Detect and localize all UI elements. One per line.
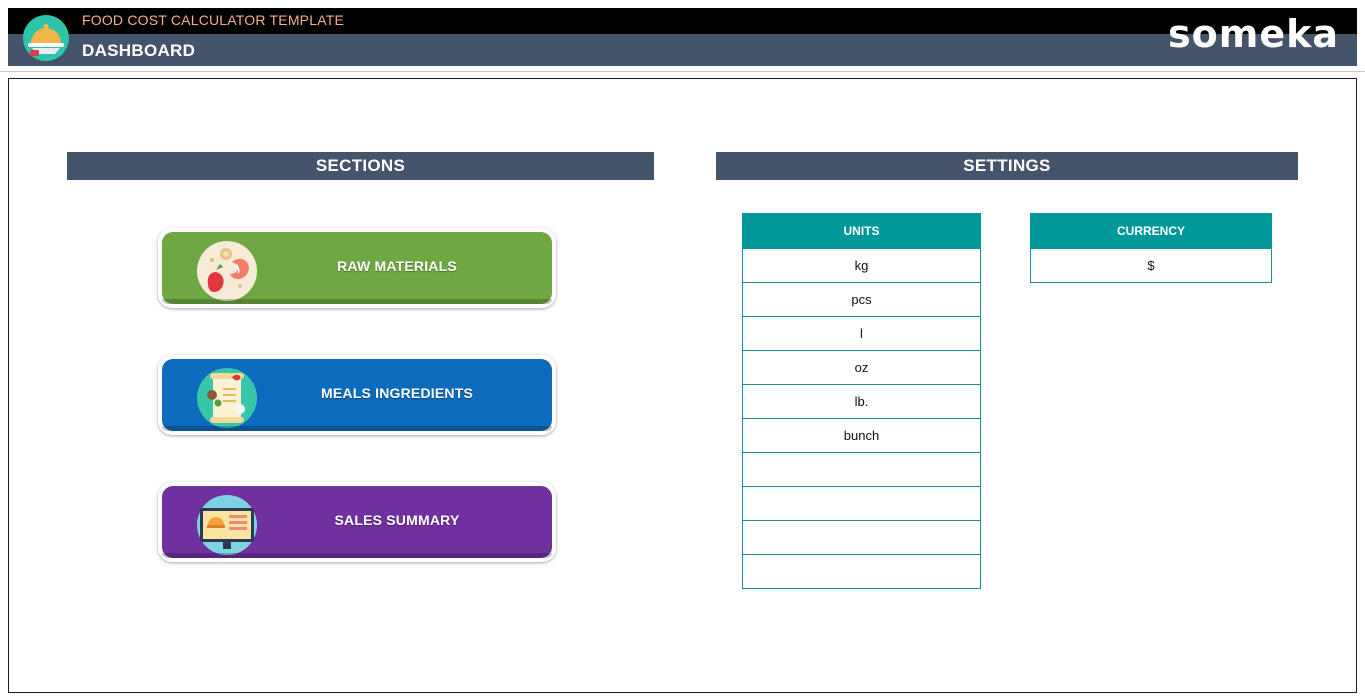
settings-header: SETTINGS bbox=[716, 152, 1298, 180]
currency-table: CURRENCY $ bbox=[1030, 213, 1272, 283]
app-title: FOOD COST CALCULATOR TEMPLATE bbox=[82, 12, 344, 28]
recipe-scroll-icon bbox=[197, 368, 257, 428]
units-table: UNITS kg pcs l oz lb. bunch bbox=[742, 213, 981, 589]
units-header: UNITS bbox=[742, 213, 981, 249]
sales-monitor-icon bbox=[197, 495, 257, 555]
unit-cell[interactable] bbox=[742, 486, 981, 521]
meals-ingredients-button-face[interactable]: MEALS INGREDIENTS bbox=[162, 359, 552, 431]
raw-materials-label: RAW MATERIALS bbox=[337, 257, 457, 274]
currency-header: CURRENCY bbox=[1030, 213, 1272, 249]
brand-logo[interactable]: someka bbox=[1168, 12, 1339, 56]
meals-ingredients-label: MEALS INGREDIENTS bbox=[321, 384, 473, 401]
raw-materials-button[interactable]: RAW MATERIALS bbox=[158, 228, 556, 308]
unit-cell[interactable] bbox=[742, 520, 981, 555]
unit-cell[interactable]: pcs bbox=[742, 282, 981, 317]
sections-header: SECTIONS bbox=[67, 152, 654, 180]
unit-cell[interactable] bbox=[742, 452, 981, 487]
page-title: DASHBOARD bbox=[82, 41, 196, 60]
raw-materials-button-face[interactable]: RAW MATERIALS bbox=[162, 232, 552, 304]
header-divider bbox=[0, 71, 1365, 72]
sales-summary-button-face[interactable]: SALES SUMMARY bbox=[162, 486, 552, 558]
unit-cell[interactable]: kg bbox=[742, 248, 981, 283]
unit-cell[interactable]: bunch bbox=[742, 418, 981, 453]
header-bottom-bar bbox=[8, 34, 1357, 66]
sales-summary-label: SALES SUMMARY bbox=[334, 511, 460, 528]
vegetables-icon bbox=[197, 241, 257, 301]
unit-cell[interactable] bbox=[742, 554, 981, 589]
sales-summary-button[interactable]: SALES SUMMARY bbox=[158, 482, 556, 562]
unit-cell[interactable]: oz bbox=[742, 350, 981, 385]
food-cloche-logo-icon bbox=[23, 15, 69, 61]
meals-ingredients-button[interactable]: MEALS INGREDIENTS bbox=[158, 355, 556, 435]
unit-cell[interactable]: l bbox=[742, 316, 981, 351]
currency-cell[interactable]: $ bbox=[1030, 248, 1272, 283]
unit-cell[interactable]: lb. bbox=[742, 384, 981, 419]
